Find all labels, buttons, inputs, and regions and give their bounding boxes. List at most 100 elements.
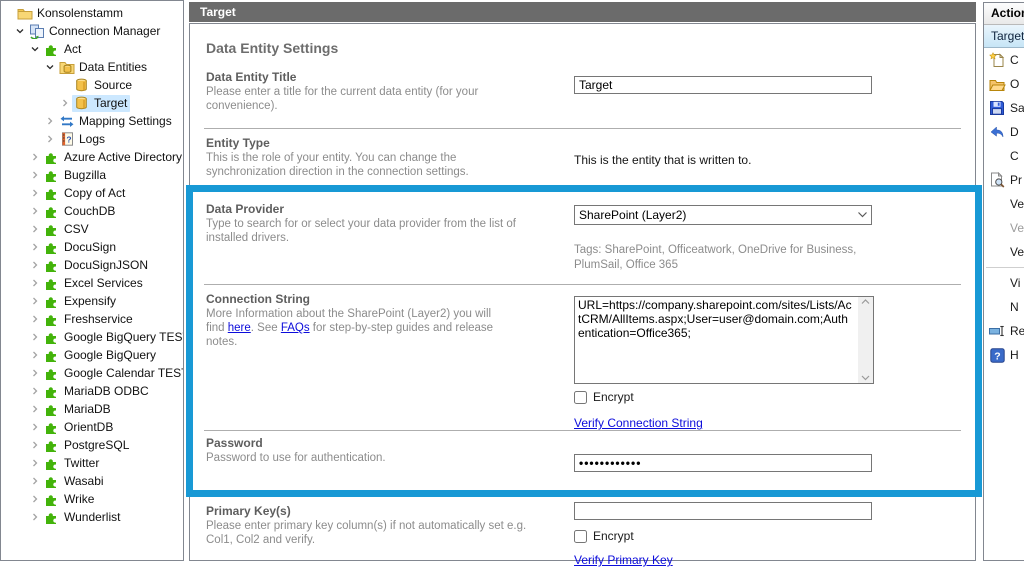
action-item-2[interactable]: O — [984, 72, 1024, 96]
icon-spacer — [988, 220, 1006, 237]
chevron-right-icon[interactable] — [28, 511, 42, 523]
faqs-link[interactable]: FAQs — [281, 322, 310, 334]
chevron-right-icon[interactable] — [28, 493, 42, 505]
tree-item-wasabi[interactable]: Wasabi — [1, 472, 183, 490]
chevron-spacer — [58, 79, 72, 91]
tree-item-orientdb[interactable]: OrientDB — [1, 418, 183, 436]
chevron-down-icon — [853, 211, 871, 219]
action-item-9[interactable]: Ve — [984, 240, 1024, 264]
chevron-right-icon[interactable] — [28, 385, 42, 397]
textarea-scrollbar[interactable] — [858, 297, 873, 383]
action-item-3[interactable]: Sa — [984, 96, 1024, 120]
icon-spacer — [988, 299, 1006, 316]
tree-item-konsolenstamm[interactable]: Konsolenstamm — [1, 4, 183, 22]
chevron-right-icon[interactable] — [28, 421, 42, 433]
connection-string-desc: More Information about the SharePoint (L… — [206, 307, 506, 349]
here-link[interactable]: here — [228, 322, 251, 334]
tree-item-csv[interactable]: CSV — [1, 220, 183, 238]
tree-item-source[interactable]: Source — [1, 76, 183, 94]
tree-item-mariadb[interactable]: MariaDB — [1, 400, 183, 418]
tree-item-excel-services[interactable]: Excel Services — [1, 274, 183, 292]
chevron-right-icon[interactable] — [28, 349, 42, 361]
tree-item-twitter[interactable]: Twitter — [1, 454, 183, 472]
tree-item-wunderlist[interactable]: Wunderlist — [1, 508, 183, 526]
chevron-right-icon[interactable] — [28, 295, 42, 307]
chevron-right-icon[interactable] — [43, 115, 57, 127]
chevron-right-icon[interactable] — [28, 223, 42, 235]
action-item-6[interactable]: Pr — [984, 168, 1024, 192]
tree-item-target[interactable]: Target — [1, 94, 183, 112]
verify-connection-string-link[interactable]: Verify Connection String — [574, 416, 703, 430]
tree-item-copy-of-act[interactable]: Copy of Act — [1, 184, 183, 202]
action-item-7[interactable]: Ve — [984, 192, 1024, 216]
tree-item-google-calendar-test[interactable]: Google Calendar TEST — [1, 364, 183, 382]
puzzle-icon — [43, 312, 60, 327]
puzzle-icon — [43, 222, 60, 237]
tree-item-mariadb-odbc[interactable]: MariaDB ODBC — [1, 382, 183, 400]
puzzle-icon — [43, 42, 60, 57]
chevron-right-icon[interactable] — [28, 457, 42, 469]
tree-item-freshservice[interactable]: Freshservice — [1, 310, 183, 328]
tree-item-azure-active-directory[interactable]: Azure Active Directory — [1, 148, 183, 166]
chevron-right-icon[interactable] — [28, 367, 42, 379]
tree-item-label: Data Entities — [79, 60, 147, 74]
chevron-right-icon[interactable] — [28, 439, 42, 451]
chevron-right-icon[interactable] — [28, 259, 42, 271]
section-title: Data Entity Settings — [206, 40, 338, 56]
chevron-right-icon[interactable] — [28, 151, 42, 163]
puzzle-icon — [43, 348, 60, 363]
chevron-right-icon[interactable] — [28, 475, 42, 487]
action-panel-selected-item[interactable]: Target — [984, 25, 1024, 48]
data-provider-select[interactable]: SharePoint (Layer2) — [574, 205, 872, 225]
tree-item-couchdb[interactable]: CouchDB — [1, 202, 183, 220]
tree-item-docusignjson[interactable]: DocuSignJSON — [1, 256, 183, 274]
action-item-13[interactable]: Re — [984, 319, 1024, 343]
chevron-down-icon[interactable] — [43, 61, 57, 73]
action-item-14[interactable]: ?H — [984, 343, 1024, 367]
tree-item-wrike[interactable]: Wrike — [1, 490, 183, 508]
chevron-right-icon[interactable] — [28, 169, 42, 181]
puzzle-icon — [43, 204, 60, 219]
verify-primary-key-link[interactable]: Verify Primary Key — [574, 553, 673, 567]
chevron-right-icon[interactable] — [28, 331, 42, 343]
tree-item-body: Google BigQuery TEST — [42, 329, 184, 346]
action-item-11[interactable]: Vi — [984, 271, 1024, 295]
action-item-1[interactable]: C — [984, 48, 1024, 72]
primary-encrypt-checkbox[interactable] — [574, 530, 587, 543]
chevron-right-icon[interactable] — [28, 277, 42, 289]
tree-item-connection-manager[interactable]: Connection Manager — [1, 22, 183, 40]
data-entity-settings-panel: Data Entity Settings Data Entity Title P… — [189, 23, 976, 561]
connection-string-textarea[interactable]: URL=https://company.sharepoint.com/sites… — [574, 296, 874, 384]
chevron-right-icon[interactable] — [28, 313, 42, 325]
separator — [204, 430, 961, 431]
chevron-right-icon[interactable] — [28, 187, 42, 199]
tree-item-docusign[interactable]: DocuSign — [1, 238, 183, 256]
password-input[interactable] — [574, 454, 872, 472]
tree-item-logs[interactable]: ?Logs — [1, 130, 183, 148]
icon-spacer — [988, 275, 1006, 292]
chevron-right-icon[interactable] — [28, 403, 42, 415]
tree-item-mapping-settings[interactable]: Mapping Settings — [1, 112, 183, 130]
chevron-right-icon[interactable] — [28, 241, 42, 253]
tree-item-data-entities[interactable]: Data Entities — [1, 58, 183, 76]
tree-item-label: Excel Services — [64, 276, 143, 290]
puzzle-icon — [43, 168, 60, 183]
data-entity-title-input[interactable] — [574, 76, 872, 94]
tree-item-google-bigquery-test[interactable]: Google BigQuery TEST — [1, 328, 183, 346]
tree-item-google-bigquery[interactable]: Google BigQuery — [1, 346, 183, 364]
tree-item-postgresql[interactable]: PostgreSQL — [1, 436, 183, 454]
chevron-right-icon[interactable] — [43, 133, 57, 145]
tree-item-bugzilla[interactable]: Bugzilla — [1, 166, 183, 184]
connection-encrypt-checkbox[interactable] — [574, 391, 587, 404]
action-item-5[interactable]: C — [984, 144, 1024, 168]
action-item-12[interactable]: N — [984, 295, 1024, 319]
tree-item-act[interactable]: Act — [1, 40, 183, 58]
chevron-down-icon[interactable] — [13, 25, 27, 37]
primary-encrypt-label: Encrypt — [593, 529, 634, 543]
action-item-4[interactable]: D — [984, 120, 1024, 144]
chevron-right-icon[interactable] — [28, 205, 42, 217]
tree-item-expensify[interactable]: Expensify — [1, 292, 183, 310]
chevron-right-icon[interactable] — [58, 97, 72, 109]
primary-keys-input[interactable] — [574, 502, 872, 520]
chevron-down-icon[interactable] — [28, 43, 42, 55]
